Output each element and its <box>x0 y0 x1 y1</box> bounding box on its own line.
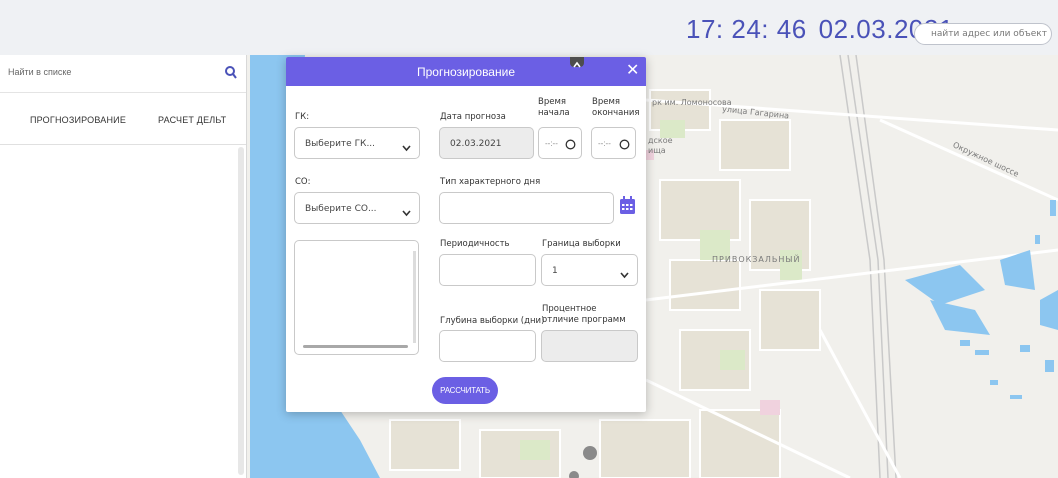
so-select[interactable]: Выберите СО... <box>294 192 420 224</box>
sample-depth-input[interactable] <box>439 330 536 362</box>
end-time-label: Время окончания <box>592 97 640 118</box>
start-time-label: Время начала <box>538 97 570 118</box>
tab-delta-calculation[interactable]: РАСЧЕТ ДЕЛЬТ <box>158 115 226 125</box>
periodicity-label: Периодичность <box>440 239 510 249</box>
gk-select-value: Выберите ГК... <box>305 139 376 149</box>
day-type-label: Тип характерного дня <box>440 177 541 187</box>
sample-bound-select[interactable]: 1 <box>541 254 638 286</box>
so-select-value: Выберите СО... <box>305 204 377 214</box>
chevron-down-icon <box>402 139 411 157</box>
calculate-button[interactable]: РАССЧИТАТЬ <box>432 377 498 404</box>
left-panel: Найти в списке ПРОГНОЗИРОВАНИЕ РАСЧЕТ ДЕ… <box>0 55 247 478</box>
list-search-input[interactable]: Найти в списке <box>8 67 71 77</box>
gk-label: ГК: <box>295 112 310 122</box>
sample-depth-label: Глубина выборки (дни) <box>440 316 545 326</box>
sample-bound-label: Граница выборки <box>542 239 621 249</box>
gk-select[interactable]: Выберите ГК... <box>294 127 420 159</box>
clock-time: 17: 24: 46 <box>686 14 807 44</box>
so-label: СО: <box>295 177 311 187</box>
map-label: ПРИВОКЗАЛЬНЫЙ <box>712 255 801 264</box>
map-label: рк им. Ломоносова <box>652 98 732 107</box>
forecast-date-field[interactable]: 02.03.2021 <box>439 127 534 159</box>
calendar-icon[interactable] <box>620 196 635 219</box>
forecast-date-label: Дата прогноза <box>440 112 506 122</box>
top-bar: 17: 24: 46 02.03.2021 найти адрес или объ… <box>0 0 1058 55</box>
tab-forecasting[interactable]: ПРОГНОЗИРОВАНИЕ <box>30 115 126 125</box>
sample-bound-value: 1 <box>552 266 558 276</box>
list-horizontal-scrollbar[interactable] <box>303 345 408 348</box>
chevron-down-icon <box>402 204 411 222</box>
collapse-arrow-icon[interactable] <box>570 57 584 68</box>
end-time-input[interactable]: --:-- <box>591 127 636 159</box>
periodicity-input[interactable] <box>439 254 536 286</box>
day-type-input[interactable] <box>439 192 614 224</box>
clock-icon[interactable] <box>619 137 630 155</box>
dialog-title: Прогнозирование <box>417 65 515 79</box>
forecast-dialog: Прогнозирование ✕ ГК: Выберите ГК... Дат… <box>286 57 646 412</box>
percent-diff-label: Процентное отличие программ <box>542 304 626 325</box>
list-search[interactable]: Найти в списке <box>0 55 246 93</box>
dialog-header: Прогнозирование ✕ <box>286 57 646 86</box>
chevron-down-icon <box>620 266 629 284</box>
list-vertical-scrollbar[interactable] <box>413 251 416 343</box>
search-icon[interactable] <box>224 65 238 86</box>
start-time-placeholder: --:-- <box>545 139 558 148</box>
map-label: дское <box>648 136 673 145</box>
clock-icon[interactable] <box>565 137 576 155</box>
percent-diff-field[interactable] <box>541 330 638 362</box>
start-time-input[interactable]: --:-- <box>538 127 582 159</box>
end-time-placeholder: --:-- <box>598 139 611 148</box>
address-search-input[interactable]: найти адрес или объект <box>914 23 1052 45</box>
map-label: ища <box>648 146 666 155</box>
close-icon[interactable]: ✕ <box>626 62 639 80</box>
forecast-date-value: 02.03.2021 <box>450 139 502 149</box>
left-tabs: ПРОГНОЗИРОВАНИЕ РАСЧЕТ ДЕЛЬТ <box>0 93 246 145</box>
left-scrollbar[interactable] <box>238 147 244 475</box>
selection-list[interactable] <box>294 240 419 355</box>
